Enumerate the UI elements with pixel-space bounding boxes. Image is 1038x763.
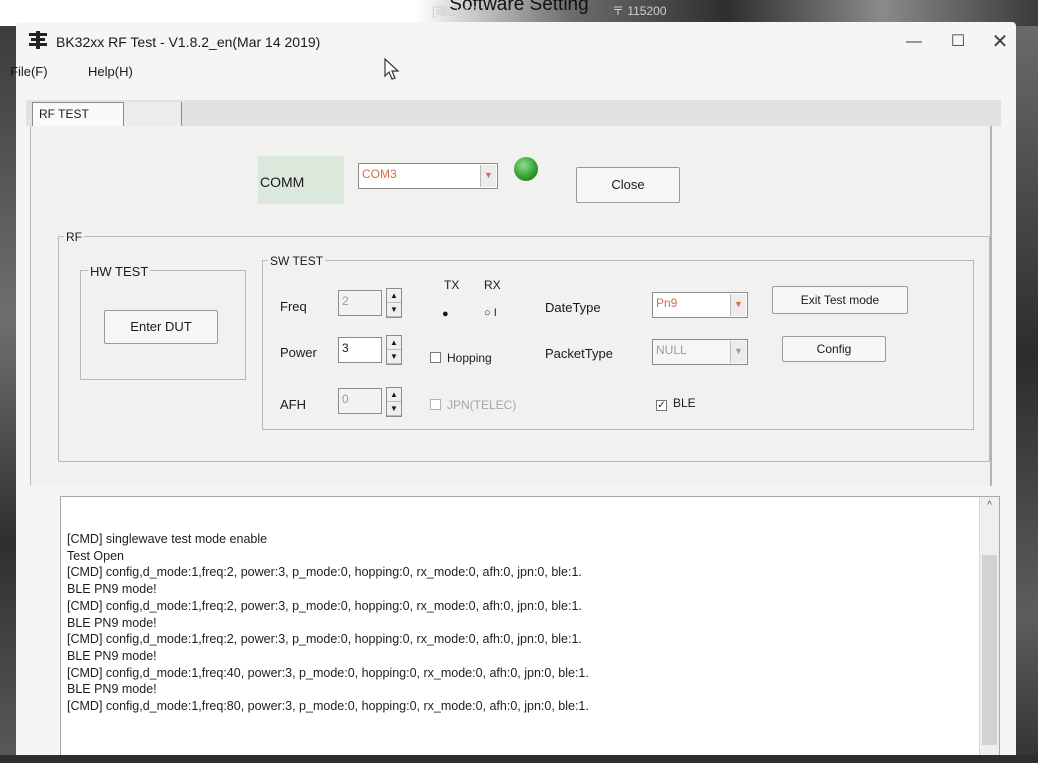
minimize-button[interactable]: — (896, 28, 932, 56)
menu-help[interactable]: Help(H) (88, 64, 133, 79)
scrollbar-thumb[interactable] (982, 555, 997, 745)
menu-file[interactable]: File(F) (10, 64, 48, 79)
afh-label: AFH (280, 397, 306, 412)
ble-checkbox[interactable]: ✓ BLE (656, 396, 696, 411)
log-line: [CMD] config,d_mode:1,freq:40, power:3, … (67, 665, 589, 680)
comm-port-value: COM3 (362, 167, 397, 181)
photo-caption: Software Setting (449, 0, 589, 15)
power-label: Power (280, 345, 317, 360)
hopping-checkbox[interactable]: Hopping (430, 351, 492, 365)
spin-up-icon[interactable]: ▲ (387, 388, 401, 402)
date-type-select[interactable]: Pn9 ▼ (652, 292, 748, 318)
close-window-button[interactable]: ✕ (982, 28, 1018, 56)
checkbox-icon[interactable] (430, 399, 441, 410)
photo-background-left (0, 26, 16, 763)
power-spinner[interactable]: ▲ ▼ (386, 335, 402, 365)
tab-bar: RF TEST (26, 100, 1001, 126)
jpn-telec-checkbox[interactable]: JPN(TELEC) (430, 398, 516, 412)
chevron-down-icon[interactable]: ▼ (480, 165, 496, 187)
log-line: Test Open (67, 548, 124, 563)
log-line: BLE PN9 mode! (67, 615, 157, 630)
log-scrollbar[interactable]: ^ (979, 497, 999, 755)
comm-port-select[interactable]: COM3 ▼ (358, 163, 498, 189)
app-icon (29, 31, 47, 49)
hopping-label: Hopping (447, 351, 492, 365)
log-line: BLE PN9 mode! (67, 648, 157, 663)
maximize-button[interactable]: ☐ (940, 28, 976, 56)
close-port-button[interactable]: Close (576, 167, 680, 203)
rx-label: RX (484, 278, 501, 292)
config-button[interactable]: Config (782, 336, 886, 362)
tx-radio[interactable]: ● (442, 308, 449, 320)
rx-radio[interactable]: ○ I (484, 307, 497, 319)
ble-label: BLE (673, 396, 696, 410)
chevron-down-icon[interactable]: ▼ (730, 294, 746, 316)
app-window: BK32xx RF Test - V1.8.2_en(Mar 14 2019) … (10, 22, 1016, 763)
log-line: BLE PN9 mode! (67, 682, 157, 697)
hw-test-group-label: HW TEST (88, 264, 151, 279)
freq-input[interactable]: 2 (338, 290, 382, 316)
spin-down-icon[interactable]: ▼ (387, 402, 401, 416)
packet-type-value: NULL (656, 343, 687, 357)
checkmark-icon[interactable]: ✓ (656, 400, 667, 411)
power-input[interactable]: 3 (338, 337, 382, 363)
photo-background-right (1016, 26, 1038, 763)
comm-label: COMM (260, 174, 305, 190)
log-line: [CMD] config,d_mode:1,freq:2, power:3, p… (67, 632, 582, 647)
freq-spinner[interactable]: ▲ ▼ (386, 288, 402, 318)
log-line: BLE PN9 mode! (67, 582, 157, 597)
log-line: [CMD] config,d_mode:1,freq:80, power:3, … (67, 699, 589, 714)
menu-bar: File(F) Help(H) (10, 62, 1016, 84)
jpn-telec-label: JPN(TELEC) (447, 398, 517, 412)
afh-input[interactable]: 0 (338, 388, 382, 414)
photo-status-left: [端口(1)] (432, 4, 478, 18)
spin-up-icon[interactable]: ▲ (387, 336, 401, 350)
spin-up-icon[interactable]: ▲ (387, 289, 401, 303)
title-bar[interactable]: BK32xx RF Test - V1.8.2_en(Mar 14 2019) … (16, 22, 1016, 66)
photo-background-bottom (0, 755, 1038, 763)
spin-down-icon[interactable]: ▼ (387, 350, 401, 364)
tx-label: TX (444, 278, 460, 292)
log-line: [CMD] singlewave test mode enable (67, 532, 268, 546)
packet-type-select[interactable]: NULL ▼ (652, 339, 748, 365)
sw-test-group-label: SW TEST (268, 254, 326, 268)
packet-type-label: PacketType (545, 346, 613, 361)
tab-rf-test[interactable]: RF TEST (32, 102, 124, 126)
connection-status-led-icon (514, 157, 538, 181)
rf-group-label: RF (64, 230, 84, 244)
scroll-up-icon[interactable]: ^ (980, 497, 999, 515)
date-type-label: DateType (545, 300, 601, 315)
exit-test-mode-button[interactable]: Exit Test mode (772, 286, 908, 314)
log-output[interactable]: [CMD] singlewave test mode enable Test O… (60, 496, 1000, 756)
tab-second[interactable] (124, 102, 182, 126)
log-line: [CMD] config,d_mode:1,freq:2, power:3, p… (67, 598, 582, 613)
chevron-down-icon[interactable]: ▼ (730, 341, 746, 363)
enter-dut-button[interactable]: Enter DUT (104, 310, 218, 344)
freq-label: Freq (280, 299, 307, 314)
photo-status-right: 〒 115200 (612, 4, 667, 18)
checkbox-icon[interactable] (430, 352, 441, 363)
window-title: BK32xx RF Test - V1.8.2_en(Mar 14 2019) (56, 34, 321, 50)
spin-down-icon[interactable]: ▼ (387, 303, 401, 317)
afh-spinner[interactable]: ▲ ▼ (386, 387, 402, 417)
log-line: [CMD] config,d_mode:1,freq:2, power:3, p… (67, 565, 582, 580)
log-lines: [CMD] singlewave test mode enable Test O… (61, 497, 999, 715)
date-type-value: Pn9 (656, 296, 678, 310)
